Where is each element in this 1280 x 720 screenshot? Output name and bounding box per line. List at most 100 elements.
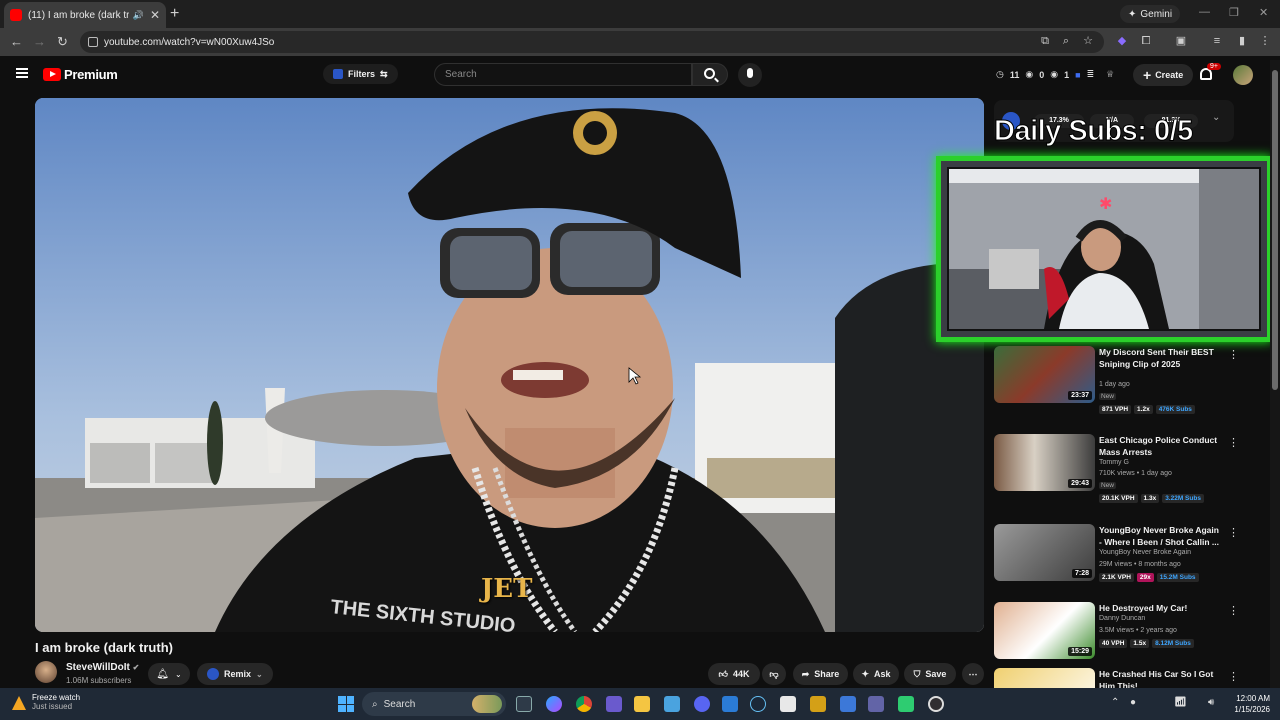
- zoom-icon[interactable]: ⌕: [1060, 35, 1072, 47]
- bookmark-star-icon[interactable]: ☆: [1082, 35, 1094, 47]
- forward-icon[interactable]: →: [33, 34, 46, 49]
- chevron-down-icon[interactable]: ⌄: [1212, 112, 1220, 123]
- taskbar-search[interactable]: ⌕ Search: [362, 692, 506, 716]
- weather-widget[interactable]: Freeze watch Just issued: [12, 693, 80, 711]
- more-options-icon[interactable]: ⋮: [1228, 670, 1239, 683]
- minimize-icon[interactable]: —: [1199, 6, 1210, 18]
- more-options-icon[interactable]: ⋮: [1228, 436, 1239, 449]
- new-tab-button[interactable]: +: [170, 5, 179, 23]
- reload-icon[interactable]: ↻: [57, 34, 68, 50]
- network-icon[interactable]: 📶︎: [1174, 697, 1187, 708]
- vph-stat: 40 VPH: [1099, 639, 1128, 648]
- task-view-icon[interactable]: [516, 696, 532, 712]
- window-close-icon[interactable]: ✕: [1259, 6, 1268, 19]
- recommendation-item[interactable]: 23:37 My Discord Sent Their BEST Sniping…: [994, 346, 1244, 426]
- address-bar[interactable]: youtube.com/watch?v=wN00Xuw4JSo: [80, 31, 1104, 53]
- ask-button[interactable]: ✦ Ask: [853, 663, 899, 685]
- recommendation-title[interactable]: My Discord Sent Their BEST Sniping Clip …: [1099, 346, 1219, 370]
- app-icon[interactable]: [606, 696, 622, 712]
- video-thumbnail[interactable]: 7:28: [994, 524, 1095, 581]
- app-icon-2[interactable]: [840, 696, 856, 712]
- recommendation-title[interactable]: East Chicago Police Conduct Mass Arrests: [1099, 434, 1219, 458]
- search-button[interactable]: [692, 63, 728, 86]
- more-actions-button[interactable]: ⋯: [962, 663, 984, 685]
- recommendation-channel[interactable]: Danny Duncan: [1099, 615, 1145, 622]
- steam-icon[interactable]: [750, 696, 766, 712]
- notepad-icon[interactable]: [664, 696, 680, 712]
- more-dots-icon: ⋯: [968, 668, 978, 679]
- profile-icon[interactable]: ▮: [1236, 35, 1248, 47]
- scrollbar-thumb[interactable]: [1272, 70, 1278, 390]
- account-avatar[interactable]: [1233, 65, 1253, 85]
- gemini-button[interactable]: ✦ Gemini: [1120, 5, 1181, 23]
- channel-avatar[interactable]: [35, 661, 57, 683]
- video-thumbnail[interactable]: 15:29: [994, 602, 1095, 659]
- show-hidden-icons-icon[interactable]: ⌃: [1111, 697, 1119, 708]
- dislike-button[interactable]: 👎︎: [762, 663, 786, 685]
- maximize-icon[interactable]: ❐: [1229, 6, 1239, 19]
- weather-subtitle: Just issued: [32, 702, 73, 711]
- tray-app-icon[interactable]: ●: [1130, 697, 1136, 708]
- channel-name-text[interactable]: SteveWillDoIt: [66, 662, 130, 673]
- page-scrollbar[interactable]: [1270, 60, 1280, 690]
- recommendation-stats: 871 VPH 1.2x 476K Subs: [1099, 405, 1195, 414]
- recommendation-item[interactable]: 7:28 YoungBoy Never Broke Again - Where …: [994, 524, 1244, 604]
- header-stats: ◷ 11 ◉ 0 ◉ 1 ■ ≣ ♕: [996, 69, 1114, 80]
- recommendation-item[interactable]: He Crashed His Car So I Got Him This! ⋮: [994, 668, 1244, 688]
- ratio-stat: 1.2x: [1134, 405, 1153, 414]
- extensions-puzzle-icon[interactable]: ⧠: [1140, 35, 1152, 47]
- recommendation-title[interactable]: He Crashed His Car So I Got Him This!: [1099, 668, 1219, 688]
- voice-search-mic-icon[interactable]: [738, 63, 762, 87]
- store-icon[interactable]: [780, 696, 796, 712]
- app-icon-3[interactable]: [898, 696, 914, 712]
- youtube-logo[interactable]: Premium: [43, 67, 118, 82]
- back-icon[interactable]: ←: [10, 34, 23, 49]
- ext-q-icon[interactable]: ■: [1075, 70, 1080, 80]
- browser-tab[interactable]: (11) I am broke (dark truth) 🔊 ✕: [4, 2, 166, 28]
- recommendation-title[interactable]: He Destroyed My Car!: [1099, 602, 1219, 614]
- volume-icon[interactable]: 🔊︎: [1208, 697, 1214, 708]
- save-button[interactable]: ⛉ Save: [904, 663, 956, 685]
- game-icon[interactable]: [810, 696, 826, 712]
- recommendation-item[interactable]: 29:43 East Chicago Police Conduct Mass A…: [994, 434, 1244, 514]
- browser-menu-icon[interactable]: ⋮: [1259, 35, 1271, 47]
- photos-icon[interactable]: [722, 696, 738, 712]
- filters-button[interactable]: Filters ⇆: [323, 64, 398, 84]
- search-input[interactable]: Search: [434, 63, 692, 86]
- recommendation-channel[interactable]: Tommy G: [1099, 459, 1129, 466]
- extension-icon[interactable]: ◆: [1116, 35, 1128, 47]
- chrome-icon[interactable]: [576, 696, 592, 712]
- more-options-icon[interactable]: ⋮: [1228, 604, 1239, 617]
- side-panel-icon[interactable]: ▣: [1175, 35, 1187, 47]
- video-thumbnail[interactable]: [994, 668, 1095, 688]
- file-explorer-icon[interactable]: [634, 696, 650, 712]
- recommendation-channel[interactable]: YoungBoy Never Broke Again: [1099, 549, 1191, 556]
- list-icon[interactable]: ≣: [1087, 69, 1095, 80]
- discord-icon[interactable]: [694, 696, 710, 712]
- hamburger-menu-icon[interactable]: [16, 68, 28, 78]
- video-thumbnail[interactable]: 29:43: [994, 434, 1095, 491]
- remix-button[interactable]: Remix ⌄: [197, 663, 273, 685]
- video-thumbnail[interactable]: 23:37: [994, 346, 1095, 403]
- share-button[interactable]: ➦ Share: [793, 663, 848, 685]
- recommendation-title[interactable]: YoungBoy Never Broke Again - Where I Bee…: [1099, 524, 1219, 548]
- video-player[interactable]: THE SIXTH STUDIO: [35, 98, 984, 632]
- more-options-icon[interactable]: ⋮: [1228, 526, 1239, 539]
- like-button[interactable]: 👍︎ 44K: [708, 663, 760, 685]
- speaker-icon[interactable]: 🔊: [133, 10, 144, 21]
- teams-icon[interactable]: [868, 696, 884, 712]
- clock-icon: ◷: [996, 69, 1004, 79]
- copilot-icon[interactable]: [546, 696, 562, 712]
- channel-name[interactable]: SteveWillDoIt ✔: [66, 662, 139, 673]
- site-info-icon[interactable]: [88, 37, 98, 47]
- trophy-icon[interactable]: ♕: [1106, 69, 1114, 80]
- subscribe-bell-button[interactable]: 🔔︎ ⌄: [148, 663, 190, 685]
- system-clock[interactable]: 12:00 AM 1/15/2026: [1224, 693, 1270, 715]
- more-options-icon[interactable]: ⋮: [1228, 348, 1239, 361]
- windows-start-icon[interactable]: [338, 696, 354, 712]
- close-tab-icon[interactable]: ✕: [150, 8, 160, 22]
- reading-list-icon[interactable]: ≡: [1211, 35, 1223, 47]
- create-button[interactable]: + Create: [1133, 64, 1194, 86]
- obs-icon[interactable]: [928, 696, 944, 712]
- install-app-icon[interactable]: ⧉: [1039, 35, 1051, 47]
